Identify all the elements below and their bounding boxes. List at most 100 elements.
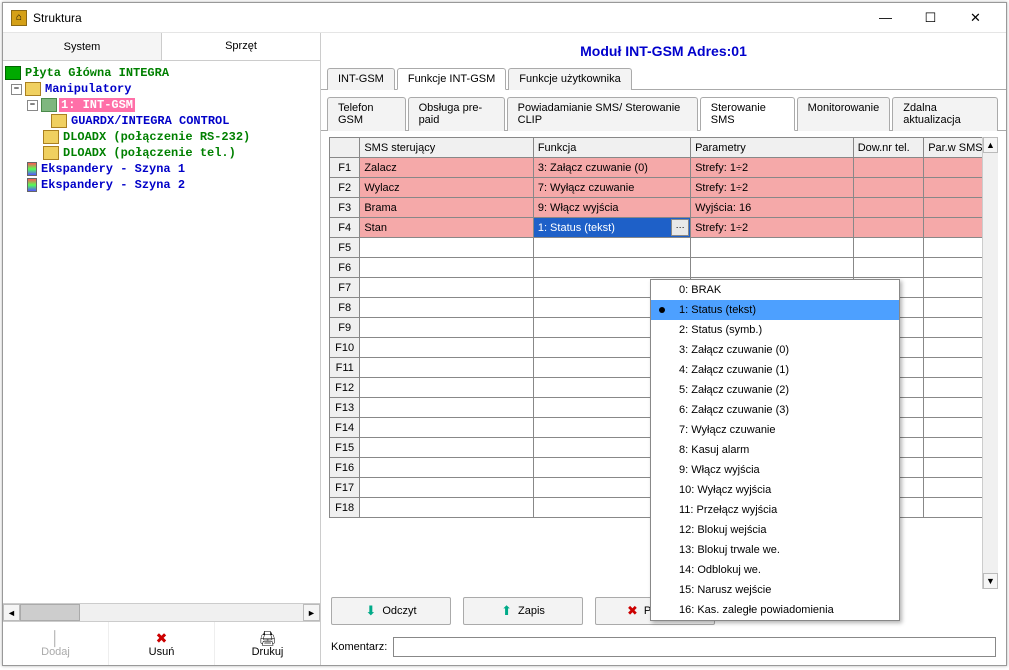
table-cell[interactable]	[533, 258, 690, 278]
tree-item[interactable]: Ekspandery - Szyna 2	[5, 177, 318, 193]
table-row[interactable]: F5	[330, 238, 998, 258]
subtab-sterowanie-sms[interactable]: Sterowanie SMS	[700, 97, 795, 131]
table-cell[interactable]: F17	[330, 478, 360, 498]
table-cell[interactable]: F1	[330, 158, 360, 178]
tab-system[interactable]: System	[3, 33, 162, 60]
minimize-button[interactable]: —	[863, 3, 908, 32]
horizontal-scrollbar[interactable]: ◄ ►	[3, 603, 320, 621]
table-cell[interactable]	[360, 438, 534, 458]
table-row[interactable]: F2Wylacz7: Wyłącz czuwanieStrefy: 1÷2	[330, 178, 998, 198]
print-button[interactable]: 🖨 Drukuj	[215, 622, 320, 665]
table-cell[interactable]: F18	[330, 498, 360, 518]
comment-input[interactable]	[393, 637, 996, 657]
table-cell[interactable]: Brama	[360, 198, 534, 218]
delete-button[interactable]: ✖ Usuń	[109, 622, 215, 665]
table-row[interactable]: F6	[330, 258, 998, 278]
table-cell[interactable]: Strefy: 1÷2	[691, 178, 854, 198]
table-cell[interactable]: Stan	[360, 218, 534, 238]
tree-item[interactable]: GUARDX/INTEGRA CONTROL	[5, 113, 318, 129]
table-cell[interactable]: F10	[330, 338, 360, 358]
table-cell[interactable]	[691, 238, 854, 258]
dropdown-item[interactable]: 6: Załącz czuwanie (3)	[651, 400, 899, 420]
dropdown-item[interactable]: 8: Kasuj alarm	[651, 440, 899, 460]
table-cell[interactable]: F15	[330, 438, 360, 458]
subtab-sms-clip[interactable]: Powiadamianie SMS/ Sterowanie CLIP	[507, 97, 698, 131]
table-cell[interactable]: F13	[330, 398, 360, 418]
ellipsis-button[interactable]: ⋯	[671, 219, 689, 236]
table-cell[interactable]: F8	[330, 298, 360, 318]
table-cell[interactable]	[360, 378, 534, 398]
table-cell[interactable]	[360, 238, 534, 258]
col-header[interactable]: Funkcja	[533, 138, 690, 158]
table-cell[interactable]: F12	[330, 378, 360, 398]
table-cell[interactable]	[853, 178, 923, 198]
table-row[interactable]: F4Stan1: Status (tekst)⋯Strefy: 1÷2	[330, 218, 998, 238]
close-button[interactable]: ✕	[953, 3, 998, 32]
dropdown-item[interactable]: 12: Blokuj wejścia	[651, 520, 899, 540]
scroll-left-icon[interactable]: ◄	[3, 604, 20, 621]
dropdown-item[interactable]: 9: Włącz wyjścia	[651, 460, 899, 480]
scroll-up-icon[interactable]: ▲	[983, 137, 998, 153]
table-cell[interactable]: F2	[330, 178, 360, 198]
table-cell[interactable]: 9: Włącz wyjścia	[533, 198, 690, 218]
table-cell[interactable]	[360, 358, 534, 378]
table-cell[interactable]	[360, 278, 534, 298]
table-row[interactable]: F3Brama9: Włącz wyjściaWyjścia: 16	[330, 198, 998, 218]
subtab-prepaid[interactable]: Obsługa pre-paid	[408, 97, 505, 131]
table-cell[interactable]	[360, 458, 534, 478]
table-cell[interactable]	[691, 258, 854, 278]
table-cell[interactable]	[360, 338, 534, 358]
table-cell[interactable]	[360, 298, 534, 318]
tree-item[interactable]: DLOADX (połączenie RS-232)	[5, 129, 318, 145]
dropdown-item[interactable]: 13: Blokuj trwale we.	[651, 540, 899, 560]
subtab-monitorowanie[interactable]: Monitorowanie	[797, 97, 891, 131]
dropdown-item[interactable]: 11: Przełącz wyjścia	[651, 500, 899, 520]
table-cell[interactable]: Zalacz	[360, 158, 534, 178]
table-cell[interactable]	[853, 158, 923, 178]
subtab-telefon-gsm[interactable]: Telefon GSM	[327, 97, 406, 131]
col-header[interactable]: Parametry	[691, 138, 854, 158]
table-cell[interactable]: F9	[330, 318, 360, 338]
dropdown-item[interactable]: 1: Status (tekst)	[651, 300, 899, 320]
col-header[interactable]: SMS sterujący	[360, 138, 534, 158]
table-cell[interactable]	[533, 238, 690, 258]
table-cell[interactable]: F3	[330, 198, 360, 218]
table-cell[interactable]: F5	[330, 238, 360, 258]
tab-funkcje-int-gsm[interactable]: Funkcje INT-GSM	[397, 68, 506, 90]
table-cell[interactable]: F6	[330, 258, 360, 278]
read-button[interactable]: ⬇ Odczyt	[331, 597, 451, 625]
dropdown-item[interactable]: 4: Załącz czuwanie (1)	[651, 360, 899, 380]
table-cell[interactable]: F14	[330, 418, 360, 438]
dropdown-item[interactable]: 14: Odblokuj we.	[651, 560, 899, 580]
table-cell[interactable]: Strefy: 1÷2	[691, 158, 854, 178]
scroll-track[interactable]	[20, 604, 303, 621]
table-cell[interactable]	[360, 478, 534, 498]
table-row[interactable]: F1Zalacz3: Załącz czuwanie (0)Strefy: 1÷…	[330, 158, 998, 178]
tree[interactable]: Płyta Główna INTEGRA − Manipulatory − 1:…	[3, 61, 320, 603]
dropdown-item[interactable]: 5: Załącz czuwanie (2)	[651, 380, 899, 400]
table-cell[interactable]: Wyjścia: 16	[691, 198, 854, 218]
scroll-down-icon[interactable]: ▼	[983, 573, 998, 589]
table-cell[interactable]	[360, 398, 534, 418]
dropdown-item[interactable]: 0: BRAK	[651, 280, 899, 300]
subtab-zdalna-aktualizacja[interactable]: Zdalna aktualizacja	[892, 97, 998, 131]
tab-funkcje-uzytkownika[interactable]: Funkcje użytkownika	[508, 68, 632, 90]
table-cell[interactable]	[853, 238, 923, 258]
table-cell[interactable]: 3: Załącz czuwanie (0)	[533, 158, 690, 178]
table-cell[interactable]	[853, 218, 923, 238]
col-header[interactable]: Dow.nr tel.	[853, 138, 923, 158]
table-cell[interactable]	[360, 418, 534, 438]
dropdown-item[interactable]: 15: Narusz wejście	[651, 580, 899, 600]
table-cell[interactable]	[360, 318, 534, 338]
dropdown-item[interactable]: 16: Kas. zaległe powiadomienia	[651, 600, 899, 620]
table-cell[interactable]: Strefy: 1÷2	[691, 218, 854, 238]
write-button[interactable]: ⬆ Zapis	[463, 597, 583, 625]
table-cell[interactable]	[853, 198, 923, 218]
dropdown-item[interactable]: 10: Wyłącz wyjścia	[651, 480, 899, 500]
vertical-scrollbar[interactable]: ▲ ▼	[982, 137, 998, 589]
tree-toggle-icon[interactable]: −	[11, 84, 22, 95]
table-cell[interactable]: Wylacz	[360, 178, 534, 198]
table-cell[interactable]: 1: Status (tekst)⋯	[533, 218, 690, 238]
tab-int-gsm[interactable]: INT-GSM	[327, 68, 395, 90]
table-cell[interactable]	[360, 258, 534, 278]
